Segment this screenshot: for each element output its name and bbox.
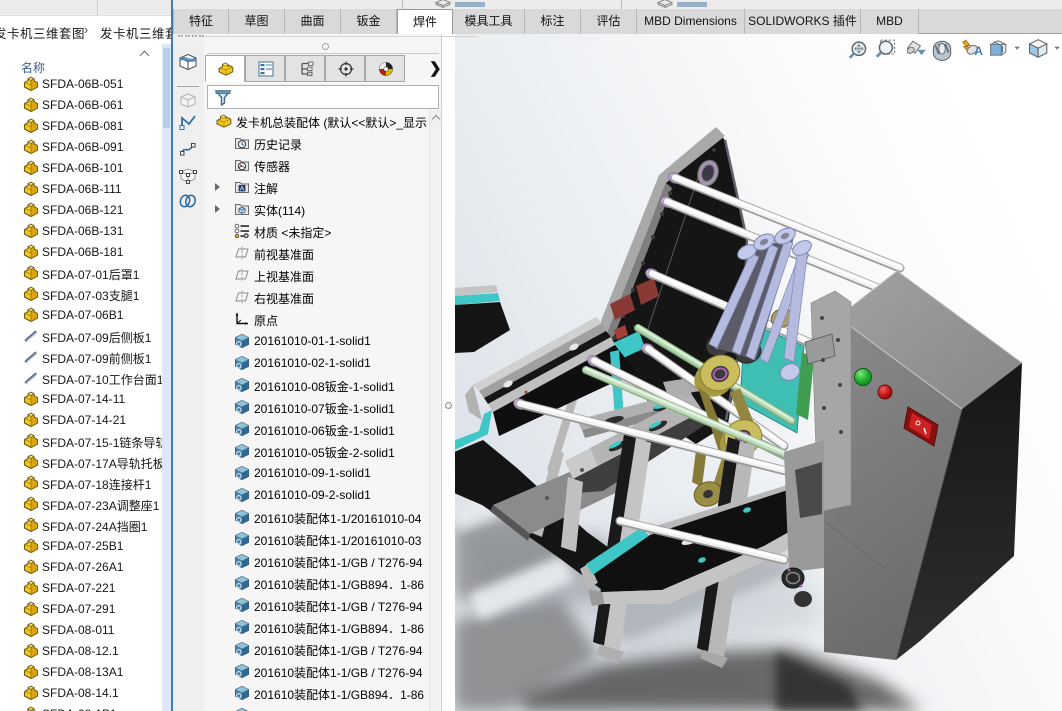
svg-text:A: A xyxy=(974,44,983,58)
